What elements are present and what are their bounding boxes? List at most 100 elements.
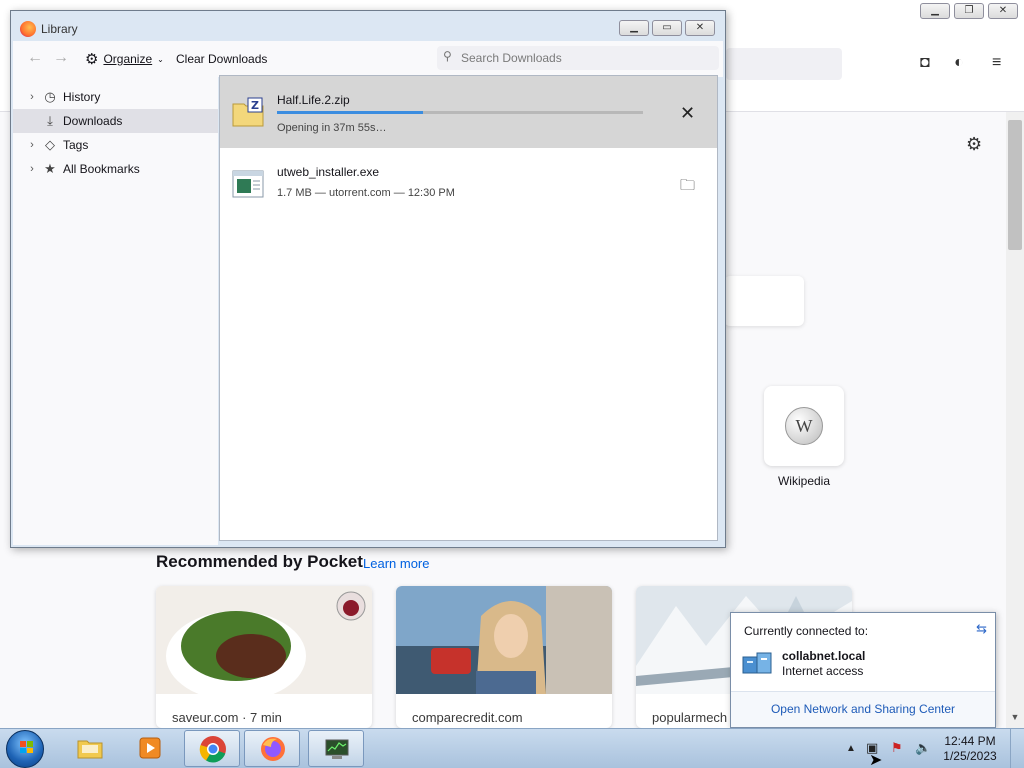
pocket-icon[interactable]: ◘ (920, 54, 930, 72)
maximize-button[interactable]: ▭ (652, 20, 682, 36)
zip-file-icon: Z (232, 97, 264, 127)
close-button[interactable]: ✕ (685, 20, 715, 36)
wikipedia-shortcut-tile[interactable]: W (764, 386, 844, 466)
library-window-controls: ▁ ▭ ✕ (619, 20, 715, 36)
sidebar-item-label: History (63, 90, 101, 104)
chevron-right-icon[interactable]: › (25, 91, 39, 103)
scroll-down-arrow-icon[interactable]: ▼ (1008, 712, 1022, 726)
pocket-card-source: saveur.com · 7 min (172, 710, 282, 725)
star-icon: ★ (44, 161, 56, 176)
clock-icon: ◷ (44, 89, 56, 104)
downloads-list: Z Half.Life.2.zip Opening in 37m 55s… ✕ … (219, 75, 718, 541)
exe-file-icon (232, 170, 264, 198)
download-status: Opening in 37m 55s… (277, 122, 387, 134)
tag-icon: ◇ (45, 137, 55, 152)
organize-label: Organize (103, 52, 153, 66)
download-progress-bar (277, 111, 643, 114)
clock-time: 12:44 PM (944, 734, 996, 748)
chevron-right-icon[interactable]: › (25, 163, 39, 175)
folder-icon (77, 740, 103, 759)
organize-button[interactable]: ⚙ Organize ⌄ (85, 50, 164, 68)
forward-arrow-icon[interactable]: → (53, 49, 69, 67)
sidebar-item-all-bookmarks[interactable]: › ★ All Bookmarks (13, 157, 218, 181)
clear-downloads-button[interactable]: Clear Downloads (176, 52, 267, 66)
download-status: 1.7 MB — utorrent.com — 12:30 PM (277, 187, 455, 199)
search-icon: ⚲ (443, 49, 452, 63)
chevron-right-icon[interactable]: › (25, 139, 39, 151)
refresh-icon[interactable]: ⇆ (976, 621, 987, 637)
chrome-icon (199, 736, 226, 763)
restore-button[interactable]: ❐ (954, 3, 984, 19)
menu-icon[interactable]: ≡ (992, 54, 1001, 72)
search-card (724, 276, 804, 326)
search-downloads-input[interactable]: ⚲ Search Downloads (437, 46, 719, 70)
pocket-card[interactable]: comparecredit.com (396, 586, 612, 728)
taskbar-chrome[interactable] (184, 730, 240, 767)
sidebar-item-downloads[interactable]: ⤓ Downloads (13, 109, 218, 133)
taskbar-media-player[interactable] (122, 730, 178, 767)
sidebar-item-label: Tags (63, 138, 89, 152)
show-hidden-icons-icon[interactable]: ▲ (846, 743, 856, 754)
sidebar-item-label: All Bookmarks (63, 162, 140, 176)
download-filename: utweb_installer.exe (277, 165, 380, 179)
network-name: collabnet.local (782, 649, 866, 663)
windows-logo-icon (20, 741, 33, 753)
library-title: Library (41, 22, 78, 36)
gear-icon: ⚙ (85, 51, 99, 68)
minimize-button[interactable]: ▁ (920, 3, 950, 19)
download-item[interactable]: utweb_installer.exe 1.7 MB — utorrent.co… (220, 148, 717, 220)
back-arrow-icon[interactable]: ← (27, 49, 43, 67)
newtab-settings-gear-icon[interactable]: ⚙ (966, 134, 982, 155)
download-progress-fill (277, 111, 424, 114)
library-sidebar: › ◷ History ⤓ Downloads › ◇ Tags › ★ All… (13, 77, 218, 545)
system-clock[interactable]: 12:44 PM 1/25/2023 (940, 734, 1000, 764)
network-status-popup: Currently connected to: ⇆ collabnet.loca… (730, 612, 996, 728)
cancel-download-icon[interactable]: ✕ (680, 103, 695, 124)
download-item[interactable]: Z Half.Life.2.zip Opening in 37m 55s… ✕ (220, 76, 717, 148)
pocket-card-source: comparecredit.com (412, 710, 523, 725)
download-filename: Half.Life.2.zip (277, 93, 350, 107)
pocket-section-title: Recommended by Pocket (156, 552, 363, 571)
wikipedia-label: Wikipedia (777, 474, 831, 488)
svg-text:Z: Z (251, 99, 259, 112)
monitor-icon (325, 739, 349, 759)
pocket-card[interactable]: saveur.com · 7 min (156, 586, 372, 728)
browser-window-controls: ▁ ❐ ✕ (920, 3, 1018, 19)
taskbar-firefox[interactable] (244, 730, 300, 767)
media-player-icon (139, 737, 161, 759)
firefox-icon (261, 737, 285, 761)
open-folder-icon[interactable]: 🗀 (680, 175, 695, 200)
network-access-status: Internet access (782, 664, 864, 678)
sidebar-item-tags[interactable]: › ◇ Tags (13, 133, 218, 157)
sidebar-item-label: Downloads (63, 114, 123, 128)
mouse-cursor-icon: ➤ (869, 752, 883, 768)
wikipedia-logo-icon: W (785, 407, 823, 445)
library-window: Library ▁ ▭ ✕ ← → ⚙ Organize ⌄ Clear Dow… (10, 10, 726, 548)
library-toolbar: ← → ⚙ Organize ⌄ Clear Downloads ⚲ Searc… (13, 41, 723, 77)
search-placeholder: Search Downloads (461, 51, 562, 65)
page-scrollbar-thumb[interactable] (1008, 120, 1022, 250)
pocket-card-image (396, 586, 612, 694)
address-bar[interactable] (726, 48, 842, 80)
start-button[interactable] (6, 730, 44, 768)
close-button[interactable]: ✕ (988, 3, 1018, 19)
network-header: Currently connected to: (744, 624, 869, 638)
chevron-down-icon: ⌄ (157, 54, 164, 64)
volume-icon[interactable]: 🔈 (915, 740, 931, 756)
action-center-flag-icon[interactable]: ⚑ (891, 740, 903, 756)
account-icon[interactable]: ◐ (954, 54, 964, 72)
show-desktop-button[interactable] (1010, 729, 1024, 768)
minimize-button[interactable]: ▁ (619, 20, 649, 36)
pocket-card-image (156, 586, 372, 701)
sidebar-item-history[interactable]: › ◷ History (13, 85, 218, 109)
taskbar-task-manager[interactable] (308, 730, 364, 767)
pocket-learn-more-link[interactable]: Learn more (363, 556, 429, 571)
pocket-card-source: popularmech (652, 710, 728, 725)
library-titlebar: Library ▁ ▭ ✕ (11, 11, 725, 41)
open-network-sharing-center-link[interactable]: Open Network and Sharing Center (731, 691, 995, 727)
download-icon: ⤓ (47, 113, 53, 128)
taskbar-explorer[interactable] (62, 730, 118, 767)
firefox-logo-icon (20, 21, 36, 37)
clock-date: 1/25/2023 (943, 749, 997, 763)
network-domain-icon (742, 652, 772, 674)
